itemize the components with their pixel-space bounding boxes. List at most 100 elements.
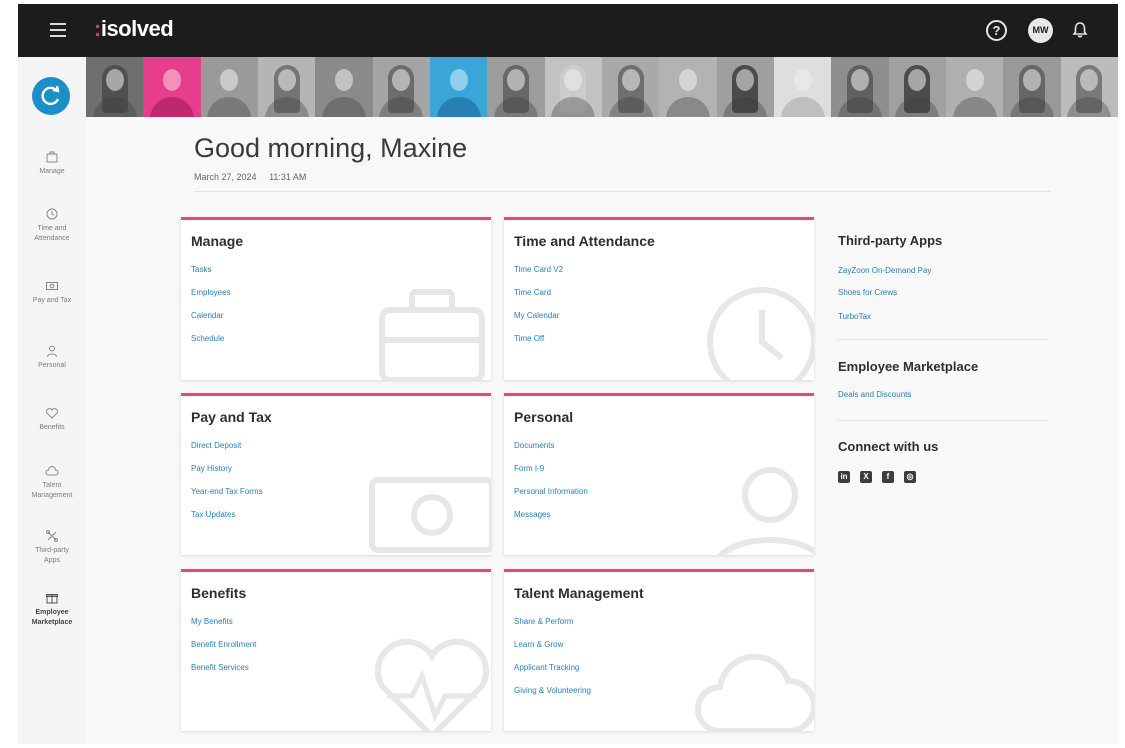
link-deals-and-discounts[interactable]: Deals and Discounts bbox=[838, 390, 911, 399]
sidebar-item-benefits[interactable]: Benefits bbox=[18, 406, 86, 433]
card-title: Benefits bbox=[191, 585, 247, 601]
linkedin-icon[interactable]: in bbox=[838, 471, 850, 483]
link-benefit-services[interactable]: Benefit Services bbox=[191, 663, 256, 686]
banner-photo bbox=[716, 57, 774, 117]
sidebar-item-personal[interactable]: Personal bbox=[18, 344, 86, 371]
sidebar-item-label: Time and Attendance bbox=[34, 225, 70, 242]
banner-photo bbox=[945, 57, 1004, 117]
hamburger-menu-icon[interactable] bbox=[50, 23, 66, 37]
card-title: Pay and Tax bbox=[191, 409, 272, 425]
link-documents[interactable]: Documents bbox=[514, 441, 588, 464]
sidebar-item-label: Third-party Apps bbox=[35, 547, 69, 564]
clock-icon bbox=[46, 208, 58, 220]
main-content: Good morning, Maxine March 27, 2024 11:3… bbox=[86, 117, 1118, 744]
link-applicant-tracking[interactable]: Applicant Tracking bbox=[514, 663, 591, 686]
person-icon bbox=[47, 345, 57, 358]
card-title: Time and Attendance bbox=[514, 233, 655, 249]
pay-and-tax-card: Pay and Tax Direct Deposit Pay History Y… bbox=[181, 393, 491, 555]
divider bbox=[838, 420, 1048, 421]
banner-photo bbox=[773, 57, 832, 117]
sidebar-item-third-party-apps[interactable]: Third-party Apps bbox=[18, 529, 86, 566]
sidebar-item-label: Talent Management bbox=[31, 482, 73, 499]
link-my-calendar[interactable]: My Calendar bbox=[514, 311, 563, 334]
bell-icon[interactable] bbox=[1070, 20, 1090, 40]
sidebar-item-label: Employee Marketplace bbox=[31, 609, 73, 626]
clock-watermark-icon bbox=[707, 287, 814, 380]
link-giving-and-volunteering[interactable]: Giving & Volunteering bbox=[514, 686, 591, 709]
link-direct-deposit[interactable]: Direct Deposit bbox=[191, 441, 263, 464]
link-personal-information[interactable]: Personal Information bbox=[514, 487, 588, 510]
banner-photo bbox=[659, 57, 717, 117]
link-my-benefits[interactable]: My Benefits bbox=[191, 617, 256, 640]
current-date: March 27, 2024 bbox=[194, 172, 257, 182]
card-title: Personal bbox=[514, 409, 574, 425]
top-bar: :isolved ? MW bbox=[18, 4, 1118, 57]
link-share-and-perform[interactable]: Share & Perform bbox=[514, 617, 591, 640]
link-messages[interactable]: Messages bbox=[514, 510, 588, 533]
sidebar-item-talent-management[interactable]: Talent Management bbox=[18, 464, 86, 501]
help-icon[interactable]: ? bbox=[986, 20, 1007, 41]
banner-photo bbox=[831, 57, 889, 117]
link-schedule[interactable]: Schedule bbox=[191, 334, 231, 357]
card-title: Talent Management bbox=[514, 585, 644, 601]
sidebar-item-time-and-attendance[interactable]: Time and Attendance bbox=[18, 207, 86, 244]
benefits-card: Benefits My Benefits Benefit Enrollment … bbox=[181, 569, 491, 731]
instagram-icon[interactable]: ◎ bbox=[904, 471, 916, 483]
sidebar-item-label: Manage bbox=[39, 168, 65, 175]
cloud-watermark-icon bbox=[695, 653, 814, 731]
team-photo-banner bbox=[86, 57, 1118, 117]
link-time-card-v2[interactable]: Time Card V2 bbox=[514, 265, 563, 288]
briefcase-watermark-icon bbox=[379, 289, 485, 380]
banner-photo bbox=[86, 57, 144, 117]
x-icon[interactable]: X bbox=[860, 471, 872, 483]
heart-icon bbox=[46, 408, 58, 419]
link-learn-and-grow[interactable]: Learn & Grow bbox=[514, 640, 591, 663]
isolved-logo[interactable]: :isolved bbox=[94, 16, 174, 42]
banner-photo bbox=[544, 57, 602, 117]
link-tasks[interactable]: Tasks bbox=[191, 265, 231, 288]
link-time-off[interactable]: Time Off bbox=[514, 334, 563, 357]
gift-icon bbox=[46, 594, 58, 604]
banner-photo bbox=[601, 57, 660, 117]
facebook-icon[interactable]: f bbox=[882, 471, 894, 483]
home-logo-icon[interactable] bbox=[32, 77, 70, 115]
banner-photo bbox=[1060, 57, 1118, 117]
heart-watermark-icon bbox=[374, 638, 490, 731]
link-employees[interactable]: Employees bbox=[191, 288, 231, 311]
link-shoes-for-crews[interactable]: Shoes for Crews bbox=[838, 288, 897, 297]
apps-icon bbox=[46, 530, 58, 542]
app-window: :isolved ? MW Manage Time and Attendance… bbox=[18, 4, 1118, 744]
link-calendar[interactable]: Calendar bbox=[191, 311, 231, 334]
banner-photo bbox=[888, 57, 946, 117]
money-icon bbox=[46, 282, 58, 290]
divider bbox=[838, 339, 1048, 340]
link-pay-history[interactable]: Pay History bbox=[191, 464, 263, 487]
link-time-card[interactable]: Time Card bbox=[514, 288, 563, 311]
link-tax-updates[interactable]: Tax Updates bbox=[191, 510, 263, 533]
connect-with-us-heading: Connect with us bbox=[838, 439, 939, 454]
page-title: Good morning, Maxine bbox=[194, 133, 468, 163]
link-turbotax[interactable]: TurboTax bbox=[838, 312, 871, 321]
banner-photo bbox=[372, 57, 430, 117]
banner-photo bbox=[257, 57, 316, 117]
cloud-icon bbox=[45, 466, 59, 476]
banner-photo bbox=[429, 57, 488, 117]
manage-card: Manage Tasks Employees Calendar Schedule bbox=[181, 217, 491, 380]
banner-photo bbox=[487, 57, 545, 117]
link-benefit-enrollment[interactable]: Benefit Enrollment bbox=[191, 640, 256, 663]
briefcase-icon bbox=[46, 151, 58, 163]
sidebar-item-manage[interactable]: Manage bbox=[18, 150, 86, 177]
user-avatar[interactable]: MW bbox=[1028, 18, 1053, 43]
link-year-end-tax-forms[interactable]: Year-end Tax Forms bbox=[191, 487, 263, 510]
link-zayzoon[interactable]: ZayZoon On-Demand Pay bbox=[838, 266, 931, 275]
time-and-attendance-card: Time and Attendance Time Card V2 Time Ca… bbox=[504, 217, 814, 380]
person-watermark-icon bbox=[717, 467, 814, 555]
sidebar-item-pay-and-tax[interactable]: Pay and Tax bbox=[18, 279, 86, 306]
current-time: 11:31 AM bbox=[269, 172, 307, 182]
current-datetime: March 27, 2024 11:31 AM bbox=[194, 172, 316, 182]
sidebar-item-employee-marketplace[interactable]: Employee Marketplace bbox=[18, 591, 86, 628]
banner-photo bbox=[1003, 57, 1061, 117]
sidebar-item-label: Personal bbox=[38, 362, 66, 369]
link-form-i-9[interactable]: Form I-9 bbox=[514, 464, 588, 487]
sidebar-item-label: Pay and Tax bbox=[32, 297, 72, 304]
